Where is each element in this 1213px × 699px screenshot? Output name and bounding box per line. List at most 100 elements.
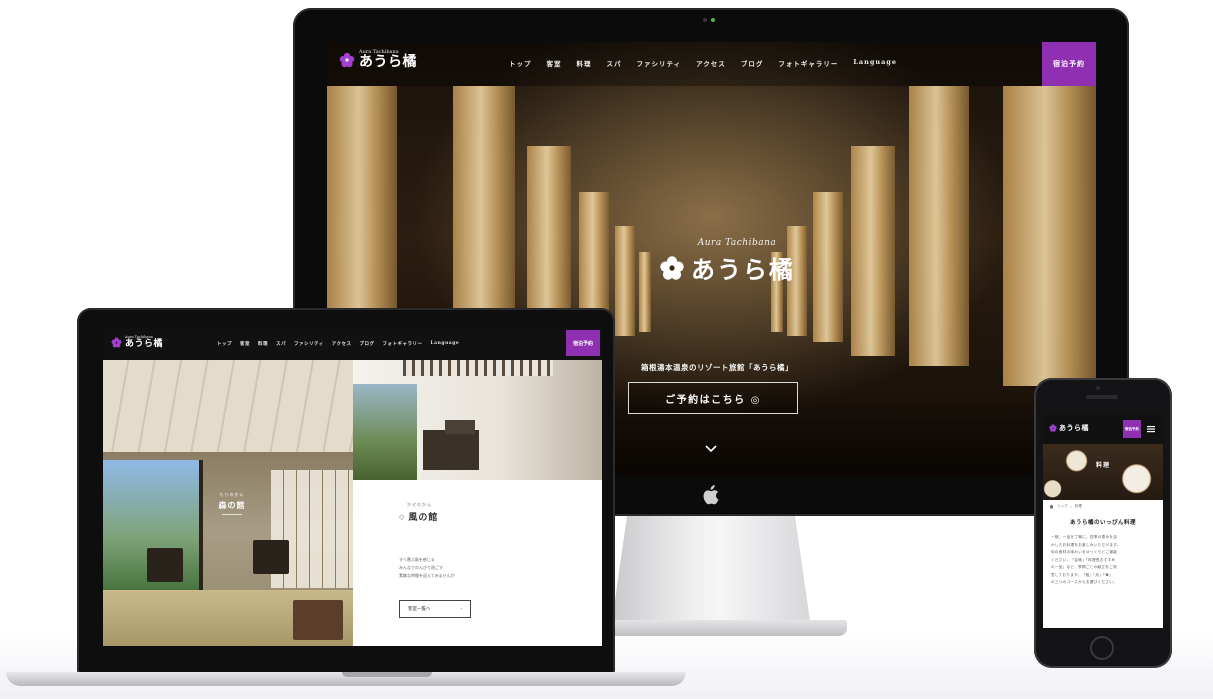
room-reading: かぜのかん	[407, 502, 432, 507]
site-header: Aura Tachibana あうら橘 トップ 客室 料理 スパ ファシリティ …	[327, 42, 1096, 86]
nav-item-access[interactable]: アクセス	[332, 341, 352, 347]
logo-title: あうら橘	[359, 54, 417, 70]
logo-title: あうら橘	[125, 338, 164, 349]
nav-item-cuisine[interactable]: 料理	[577, 58, 592, 68]
flower-logo-icon	[660, 255, 684, 280]
room-chair	[293, 600, 343, 640]
room-ceiling	[103, 360, 353, 452]
reserve-button[interactable]: 宿泊予約	[1123, 420, 1141, 438]
home-icon[interactable]	[1049, 504, 1054, 509]
site-header: あうら橘 宿泊予約	[1043, 414, 1163, 444]
laptop-device: Aura Tachibana あうら橘 トップ 客室 料理 スパ ファシリティ …	[6, 308, 686, 688]
nav-item-rooms[interactable]: 客室	[547, 58, 562, 68]
reservation-cta-button[interactable]: ご予約はこちら ◎	[628, 382, 798, 414]
site-logo[interactable]: Aura Tachibana あうら橘	[339, 50, 417, 69]
reserve-button[interactable]: 宿泊予約	[1042, 42, 1096, 86]
body-line: かしたお料理をお楽しみいただけます。	[1051, 542, 1121, 547]
nav-item-spa[interactable]: スパ	[607, 58, 622, 68]
hero-pillar	[813, 192, 843, 342]
room-desc-line: すべ運ぶ風を感じる	[399, 557, 435, 562]
laptop-notch	[342, 672, 432, 677]
breadcrumb-item[interactable]: トップ	[1057, 504, 1068, 509]
room-label-mori: もりのかん 森の館	[207, 492, 257, 515]
hero-brand: Aura Tachibana あうら橘	[647, 238, 807, 285]
logo-title: あうら橘	[1059, 423, 1089, 432]
phone-device: あうら橘 宿泊予約 料理 トップ › 料理 あうら橘のいっぴん料理 一椀、一品を…	[1034, 378, 1172, 668]
room-chair	[423, 430, 479, 470]
nav-item-gallery[interactable]: フォトギャラリー	[778, 58, 838, 68]
room-chair	[147, 548, 183, 582]
breadcrumb-current: 料理	[1074, 504, 1082, 508]
room-chair	[445, 420, 475, 434]
hero-pillar	[851, 146, 895, 356]
chevron-down-icon[interactable]	[704, 444, 718, 454]
room-label-reading: もりのかん	[219, 492, 245, 497]
menu-icon[interactable]	[1145, 423, 1157, 435]
room-title-text: 風の館	[408, 513, 439, 523]
room-label-divider	[222, 514, 242, 515]
nav-item-cuisine[interactable]: 料理	[258, 341, 268, 347]
nav-item-language[interactable]: Language	[431, 341, 460, 347]
flower-logo-icon	[339, 52, 355, 67]
room-info-kaze: かぜのかん ◇ 風の館 すべ運ぶ風を感じる みんなでのんびり過ごす 素敵な時間を…	[353, 480, 602, 646]
room-list-button[interactable]: 客室一覧へ ›	[399, 600, 471, 618]
body-line: 一椀、一品を丁寧に。四季の恵みを活	[1051, 535, 1118, 539]
nav-item-blog[interactable]: ブログ	[741, 58, 764, 68]
body-line: ください。「会席」「料理長おすすめ	[1051, 557, 1116, 562]
imac-stand	[611, 516, 811, 628]
phone-speaker	[1086, 395, 1118, 399]
room-chair	[253, 540, 289, 574]
site-logo[interactable]: あうら橘	[1049, 423, 1089, 433]
hero-brand-title: あうら橘	[691, 255, 795, 284]
room-title: ◇ 風の館	[399, 510, 438, 523]
body-line: の三つのコースからお選びください。	[1051, 580, 1118, 584]
room-balcony-view	[353, 384, 417, 480]
apple-logo-icon	[703, 485, 719, 505]
room-desc-line: みんなでのんびり過ごす	[399, 565, 444, 570]
room-photo-kaze[interactable]	[353, 360, 602, 480]
breadcrumb: トップ › 料理	[1049, 504, 1082, 509]
laptop-lid: Aura Tachibana あうら橘 トップ 客室 料理 スパ ファシリティ …	[77, 308, 615, 674]
flower-logo-icon	[111, 337, 122, 348]
body-line: の一品」など、季節ごとの献立をご用	[1051, 565, 1117, 569]
nav-item-language[interactable]: Language	[853, 58, 897, 68]
hero-pillar	[1003, 86, 1096, 386]
hero-tagline: 箱根湯本温泉のリゾート旅館「あうら橘」	[641, 363, 793, 372]
reserve-button[interactable]: 宿泊予約	[566, 330, 600, 356]
nav-item-facility[interactable]: ファシリティ	[294, 341, 324, 347]
room-description: すべ運ぶ風を感じる みんなでのんびり過ごす 素敵な時間を迎えてみませんか	[399, 556, 455, 580]
nav-item-blog[interactable]: ブログ	[360, 341, 375, 347]
mobile-site-screen: あうら橘 宿泊予約 料理 トップ › 料理 あうら橘のいっぴん料理 一椀、一品を…	[1043, 414, 1163, 628]
room-desc-line: 素敵な時間を迎えてみませんか	[399, 573, 455, 578]
breadcrumb-separator: ›	[1070, 504, 1072, 509]
site-logo[interactable]: Aura Tachibana あうら橘	[111, 335, 164, 349]
nav-item-top[interactable]: トップ	[217, 341, 232, 347]
hero-pillar	[615, 226, 635, 336]
hero-label: 料理	[1095, 462, 1110, 469]
hero-pillar	[909, 86, 969, 366]
site-header: Aura Tachibana あうら橘 トップ 客室 料理 スパ ファシリティ …	[103, 328, 602, 360]
section-heading: あうら橘のいっぴん料理	[1069, 520, 1136, 526]
room-list-button-label: 客室一覧へ	[408, 607, 431, 612]
camera-icon	[703, 18, 715, 22]
nav-item-rooms[interactable]: 客室	[240, 341, 250, 347]
room-ceiling-slats	[403, 360, 553, 376]
nav-item-top[interactable]: トップ	[509, 58, 532, 68]
cuisine-hero-photo: 料理	[1043, 444, 1163, 500]
body-line: 旬の食材の味わいをゆっくりとご堪能	[1051, 550, 1118, 554]
hero-brand-subtitle: Aura Tachibana	[697, 238, 777, 248]
home-button[interactable]	[1090, 636, 1114, 660]
room-photo-mori[interactable]: もりのかん 森の館	[103, 360, 353, 646]
main-nav: トップ 客室 料理 スパ ファシリティ アクセス ブログ フォトギャラリー La…	[217, 341, 459, 347]
body-line: 意しております。「雅」「月」「華」	[1051, 572, 1114, 577]
main-nav: トップ 客室 料理 スパ ファシリティ アクセス ブログ フォトギャラリー La…	[509, 58, 897, 68]
nav-item-access[interactable]: アクセス	[696, 58, 726, 68]
chevron-right-icon: ›	[460, 606, 462, 612]
camera-icon	[1096, 386, 1100, 390]
nav-item-spa[interactable]: スパ	[276, 341, 286, 347]
diamond-icon: ◇	[399, 512, 406, 521]
flower-logo-icon	[1049, 424, 1057, 432]
nav-item-facility[interactable]: ファシリティ	[637, 58, 682, 68]
nav-item-gallery[interactable]: フォトギャラリー	[383, 341, 423, 347]
laptop-site-screen: Aura Tachibana あうら橘 トップ 客室 料理 スパ ファシリティ …	[103, 328, 602, 646]
